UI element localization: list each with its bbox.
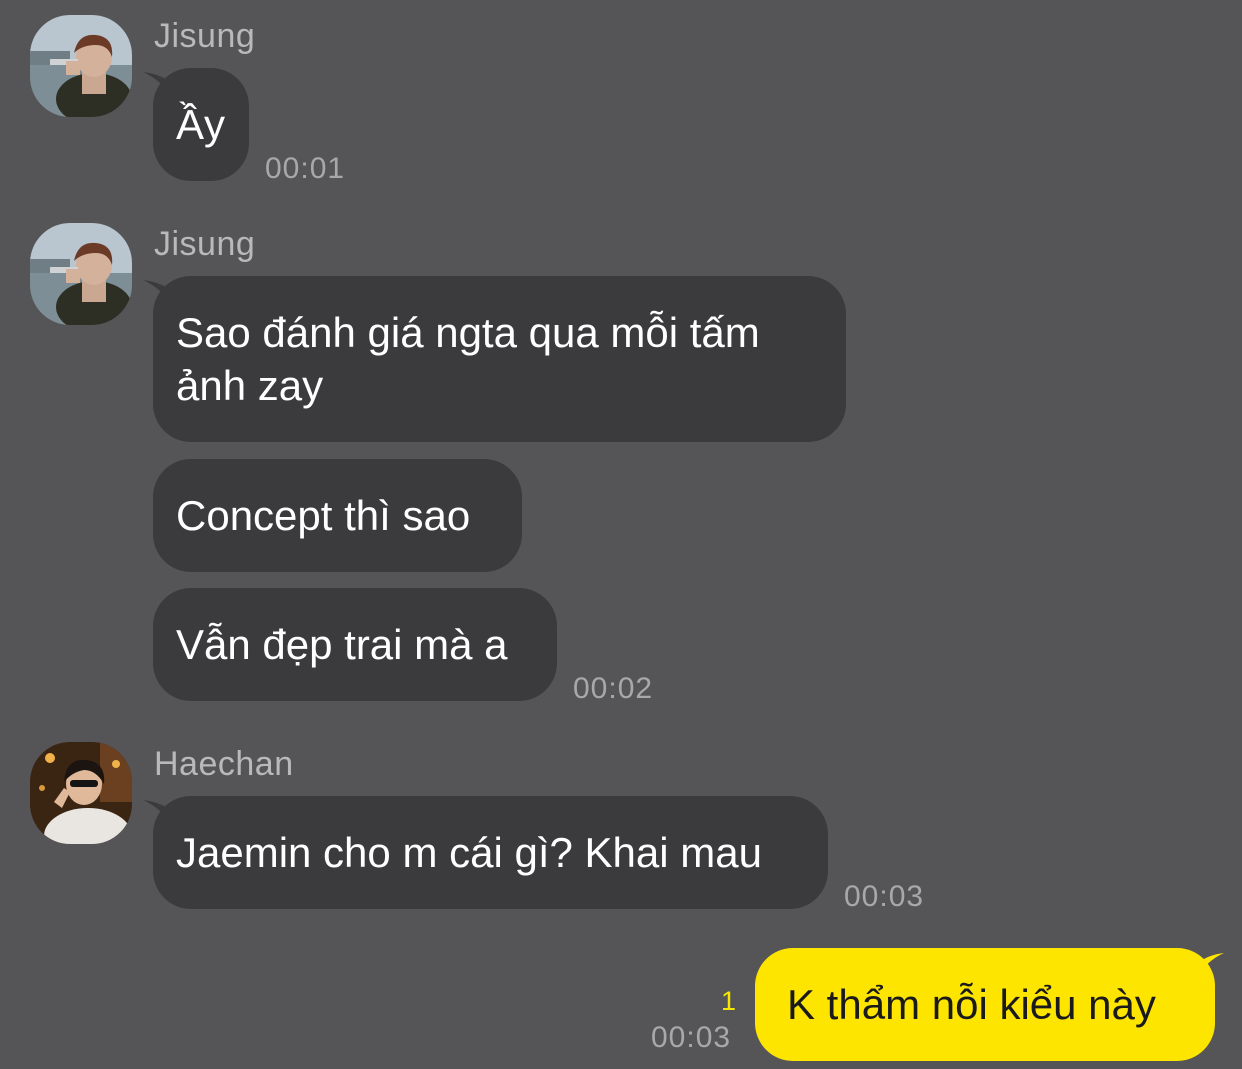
chat-room: Jisung Ầy 00:01 Jisung Sao đánh giá ngta… xyxy=(0,0,1242,1069)
sender-name: Jisung xyxy=(154,225,256,263)
message-bubble[interactable]: Sao đánh giá ngta qua mỗi tấm ảnh zay xyxy=(153,276,846,442)
avatar-jisung[interactable] xyxy=(30,15,132,117)
message-bubble[interactable]: Ầy xyxy=(153,68,249,181)
sender-name: Haechan xyxy=(154,745,294,783)
avatar-haechan[interactable] xyxy=(30,742,132,844)
message-text: Concept thì sao xyxy=(176,492,471,539)
my-message-bubble[interactable]: K thẩm nỗi kiểu này xyxy=(755,948,1215,1061)
message-text: Jaemin cho m cái gì? Khai mau xyxy=(176,829,762,876)
avatar-jisung[interactable] xyxy=(30,223,132,325)
message-time: 00:02 xyxy=(573,672,654,705)
message-bubble[interactable]: Jaemin cho m cái gì? Khai mau xyxy=(153,796,828,909)
message-bubble[interactable]: Concept thì sao xyxy=(153,459,522,572)
message-text-line: Sao đánh giá ngta qua mỗi tấm xyxy=(176,309,760,356)
message-time: 00:03 xyxy=(844,880,925,913)
message-bubble[interactable]: Vẫn đẹp trai mà a xyxy=(153,588,557,701)
unread-count: 1 xyxy=(721,986,737,1016)
message-text: Vẫn đẹp trai mà a xyxy=(176,621,508,668)
sender-name: Jisung xyxy=(154,17,256,55)
message-text: K thẩm nỗi kiểu này xyxy=(787,981,1156,1028)
message-text: Ầy xyxy=(176,101,226,148)
message-time: 00:03 xyxy=(651,1021,732,1054)
message-text-line: ảnh zay xyxy=(176,362,324,409)
message-time: 00:01 xyxy=(265,152,346,185)
